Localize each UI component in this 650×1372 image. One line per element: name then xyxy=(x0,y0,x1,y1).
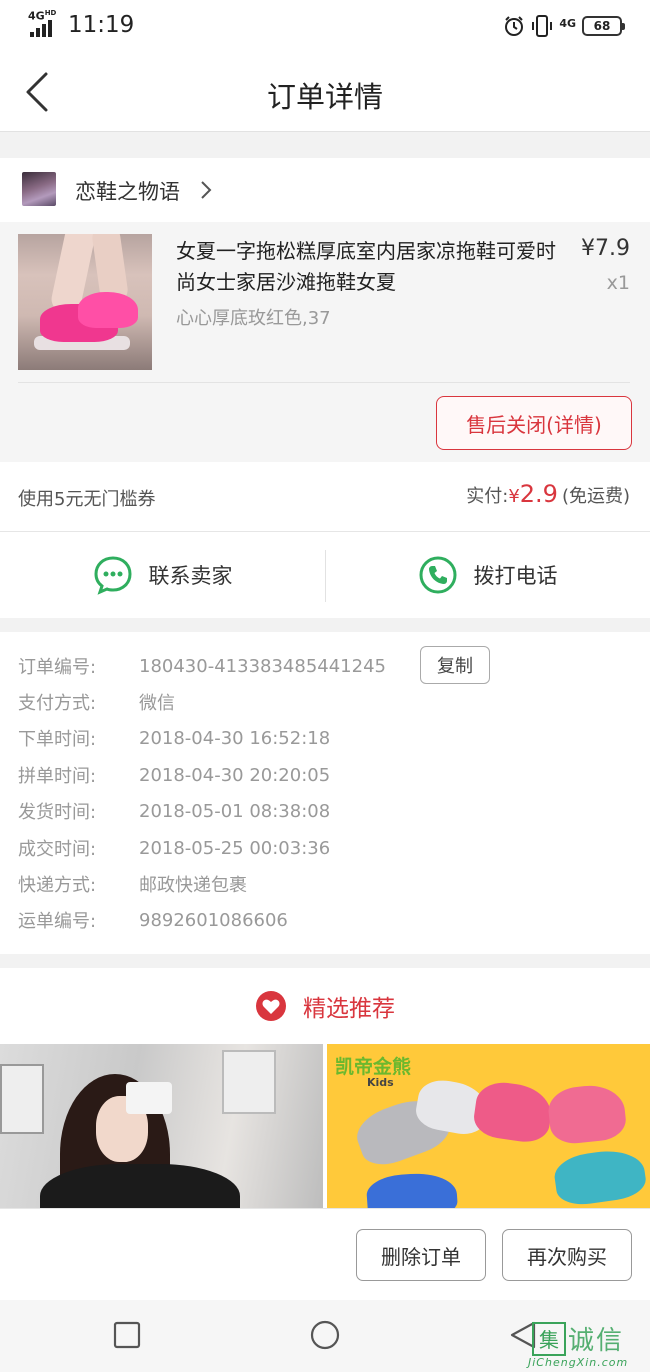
watermark-text: 诚信 xyxy=(568,1326,625,1356)
tracking-number-label: 运单编号: xyxy=(18,911,97,932)
nav-bar: 订单详情 xyxy=(0,52,650,132)
divider xyxy=(18,382,630,383)
after-sale-button[interactable]: 售后关闭(详情) xyxy=(436,396,632,450)
watermark-box: 集 xyxy=(532,1321,566,1356)
product-item[interactable]: 女夏一字拖松糕厚底室内居家凉拖鞋可爱时尚女士家居沙滩拖鞋女夏 ¥7.9 x1 心… xyxy=(0,222,650,462)
paid-value: 2.9 xyxy=(519,480,558,508)
order-number-value: 180430-413383485441245 xyxy=(139,655,386,677)
battery-icon: 68 xyxy=(582,16,625,36)
shop-avatar xyxy=(22,172,56,206)
network-type-right: 4G xyxy=(559,16,576,30)
deal-time-value: 2018-05-25 00:03:36 xyxy=(139,837,331,859)
order-time-value: 2018-04-30 16:52:18 xyxy=(139,727,331,749)
delivery-method-label: 快递方式: xyxy=(18,875,97,896)
watermark-url: JiChengXin.com xyxy=(528,1356,629,1369)
delivery-method-value: 邮政快递包裹 xyxy=(139,875,247,896)
recommend-list: 凯帝金熊 Kids xyxy=(0,1044,650,1208)
order-info-row: 成交时间: 2018-05-25 00:03:36 xyxy=(18,830,330,866)
status-time: 11:19 xyxy=(68,12,135,38)
shop-name: 恋鞋之物语 xyxy=(75,180,180,204)
order-info-row: 运单编号: 9892601086606 xyxy=(18,902,288,938)
product-spec: 心心厚底玫红色,37 xyxy=(176,308,331,329)
order-info: 订单编号: 180430-413383485441245 复制 支付方式: 微信… xyxy=(0,632,650,954)
group-time-value: 2018-04-30 20:20:05 xyxy=(139,764,331,786)
payment-method-value: 微信 xyxy=(139,693,175,714)
call-phone-button[interactable]: 拨打电话 xyxy=(325,532,650,618)
payment-row: 使用5元无门槛券 实付: ¥ 2.9 (免运费) xyxy=(0,462,650,532)
contact-seller-button[interactable]: 联系卖家 xyxy=(0,532,325,618)
group-time-label: 拼单时间: xyxy=(18,766,97,787)
product-title: 女夏一字拖松糕厚底室内居家凉拖鞋可爱时尚女士家居沙滩拖鞋女夏 xyxy=(176,239,556,294)
recent-apps-icon[interactable] xyxy=(112,1320,142,1350)
call-phone-label: 拨打电话 xyxy=(473,564,558,588)
home-icon[interactable] xyxy=(310,1320,340,1350)
ship-time-label: 发货时间: xyxy=(18,802,97,823)
shop-row[interactable]: 恋鞋之物语 xyxy=(0,158,650,222)
recommend-title: 精选推荐 xyxy=(303,996,395,1022)
contact-row: 联系卖家 拨打电话 xyxy=(0,532,650,618)
shipping-note: (免运费) xyxy=(561,486,630,507)
order-info-row: 订单编号: 180430-413383485441245 xyxy=(18,648,386,684)
product-price: ¥7.9 xyxy=(581,236,630,261)
chevron-right-icon xyxy=(201,181,212,199)
recommend-header: 精选推荐 xyxy=(0,968,650,1044)
paid-label: 实付: xyxy=(466,486,509,507)
order-info-row: 快递方式: 邮政快递包裹 xyxy=(18,866,247,902)
watermark-logo: 集 诚信 xyxy=(532,1320,624,1357)
order-info-row: 发货时间: 2018-05-01 08:38:08 xyxy=(18,793,330,829)
chat-icon xyxy=(93,556,132,595)
order-info-row: 支付方式: 微信 xyxy=(18,684,175,720)
status-bar: 4GHD 11:19 4G 68 xyxy=(0,0,650,52)
recommend-brand-sub: Kids xyxy=(367,1076,394,1089)
tracking-number-value: 9892601086606 xyxy=(139,909,288,931)
battery-level: 68 xyxy=(593,19,611,33)
heart-icon xyxy=(256,991,286,1021)
rebuy-button[interactable]: 再次购买 xyxy=(502,1229,632,1281)
recommend-item-image[interactable]: 凯帝金熊 Kids xyxy=(327,1044,650,1208)
payment-method-label: 支付方式: xyxy=(18,693,97,714)
product-thumbnail xyxy=(18,234,152,370)
bottom-action-bar: 删除订单 再次购买 xyxy=(0,1208,650,1300)
page-title: 订单详情 xyxy=(266,80,383,114)
alarm-icon xyxy=(505,16,524,36)
order-time-label: 下单时间: xyxy=(18,729,97,750)
recommend-item-image[interactable] xyxy=(0,1044,323,1208)
vibrate-icon xyxy=(532,15,553,37)
product-quantity: x1 xyxy=(606,272,630,294)
deal-time-label: 成交时间: xyxy=(18,839,97,860)
recommend-brand-logo: 凯帝金熊 xyxy=(335,1056,412,1078)
network-type: 4GHD xyxy=(28,9,57,23)
order-info-row: 拼单时间: 2018-04-30 20:20:05 xyxy=(18,757,330,793)
order-number-label: 订单编号: xyxy=(18,657,97,678)
copy-button[interactable]: 复制 xyxy=(420,646,490,684)
order-info-row: 下单时间: 2018-04-30 16:52:18 xyxy=(18,720,330,756)
phone-icon xyxy=(419,556,456,594)
contact-seller-label: 联系卖家 xyxy=(148,564,233,588)
ship-time-value: 2018-05-01 08:38:08 xyxy=(139,800,331,822)
status-right: 4G 68 xyxy=(503,14,625,38)
delete-order-button[interactable]: 删除订单 xyxy=(356,1229,486,1281)
coupon-text: 使用5元无门槛券 xyxy=(18,489,156,510)
paid-amount: 实付: ¥ 2.9 (免运费) xyxy=(466,480,630,508)
paid-currency: ¥ xyxy=(508,486,520,507)
